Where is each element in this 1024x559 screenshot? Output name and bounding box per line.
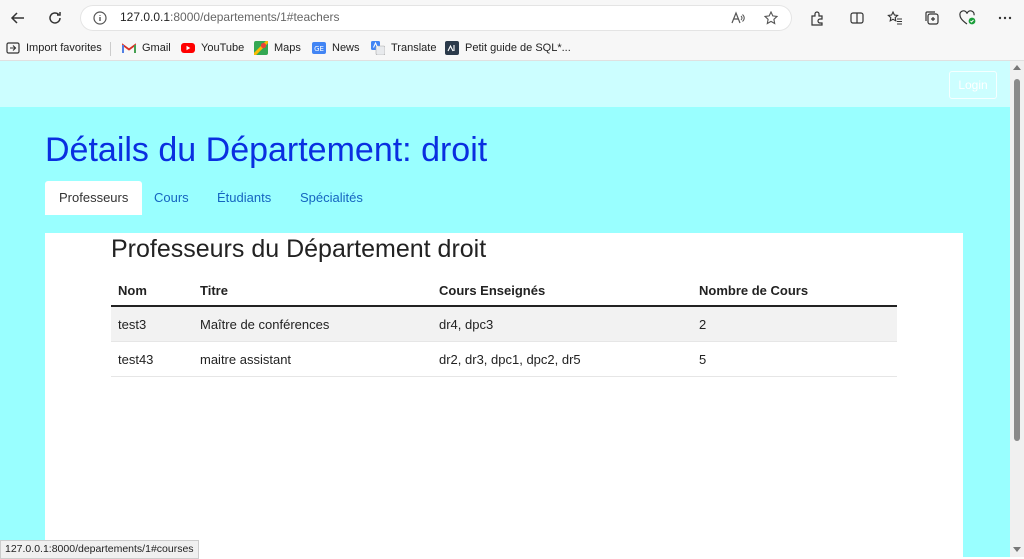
address-bar[interactable]: 127.0.0.1:8000/departements/1#teachers [80, 5, 792, 31]
cell-titre: Maître de conférences [193, 306, 432, 342]
cell-nombre: 2 [692, 306, 897, 342]
bookmark-translate[interactable]: Translate [371, 40, 436, 56]
sql-guide-icon [445, 41, 459, 55]
youtube-icon [181, 41, 195, 55]
tab-etudiants[interactable]: Étudiants [217, 181, 271, 215]
scroll-up-arrow-icon[interactable] [1013, 65, 1021, 70]
browser-essentials-icon[interactable] [958, 8, 978, 28]
tab-specialites[interactable]: Spécialités [300, 181, 363, 215]
maps-icon [254, 41, 268, 55]
column-header-titre: Titre [193, 275, 432, 307]
column-header-nombre: Nombre de Cours [692, 275, 897, 307]
cell-titre: maitre assistant [193, 341, 432, 377]
collections-icon[interactable] [922, 8, 942, 28]
bookmark-gmail[interactable]: Gmail [122, 40, 171, 56]
tab-cours[interactable]: Cours [154, 181, 189, 215]
bookmark-import-favorites[interactable]: Import favorites [6, 40, 102, 56]
bookmark-youtube[interactable]: YouTube [181, 40, 244, 56]
cell-nombre: 5 [692, 341, 897, 377]
favorites-icon[interactable] [885, 8, 905, 28]
page-scrollbar[interactable] [1010, 61, 1024, 557]
bookmarks-bar: Import favorites Gmail YouTube Maps GE N… [0, 36, 1024, 61]
tab-professeurs[interactable]: Professeurs [45, 181, 143, 215]
svg-text:GE: GE [314, 45, 324, 53]
gmail-icon [122, 41, 136, 55]
url-text[interactable]: 127.0.0.1:8000/departements/1#teachers [120, 10, 340, 24]
table-header-row: Nom Titre Cours Enseignés Nombre de Cour… [111, 275, 897, 307]
teachers-table: Nom Titre Cours Enseignés Nombre de Cour… [111, 275, 897, 377]
info-icon[interactable] [92, 10, 108, 26]
bookmark-sql-guide[interactable]: Petit guide de SQL*... [445, 40, 571, 56]
table-row: test3 Maître de conférences dr4, dpc3 2 [111, 306, 897, 342]
page-title: Détails du Département: droit [45, 131, 488, 169]
scroll-thumb[interactable] [1014, 79, 1020, 441]
cell-cours: dr4, dpc3 [432, 306, 692, 342]
bookmark-maps[interactable]: Maps [254, 40, 301, 56]
page-viewport: Login Détails du Département: droit Prof… [0, 61, 1010, 557]
column-header-nom: Nom [111, 275, 193, 307]
bookmark-news[interactable]: GE News [312, 40, 360, 56]
browser-toolbar: 127.0.0.1:8000/departements/1#teachers [0, 0, 1024, 36]
top-navbar: Login [0, 61, 1010, 107]
column-header-cours: Cours Enseignés [432, 275, 692, 307]
extensions-icon[interactable] [807, 8, 827, 28]
back-icon[interactable] [6, 6, 30, 30]
split-screen-icon[interactable] [847, 8, 867, 28]
teachers-panel: Professeurs du Département droit Nom Tit… [45, 233, 963, 557]
cell-nom: test43 [111, 341, 193, 377]
cell-nom: test3 [111, 306, 193, 342]
refresh-icon[interactable] [43, 6, 67, 30]
teachers-title: Professeurs du Département droit [111, 235, 487, 263]
favorite-star-icon[interactable] [763, 10, 779, 26]
login-button[interactable]: Login [949, 71, 997, 99]
more-menu-icon[interactable] [995, 8, 1015, 28]
cell-cours: dr2, dr3, dpc1, dpc2, dr5 [432, 341, 692, 377]
scroll-down-arrow-icon[interactable] [1013, 547, 1021, 552]
table-row: test43 maitre assistant dr2, dr3, dpc1, … [111, 341, 897, 377]
import-icon [6, 41, 20, 55]
link-status-bar: 127.0.0.1:8000/departements/1#courses [0, 540, 199, 559]
read-aloud-icon[interactable] [730, 10, 746, 26]
translate-icon [371, 41, 385, 55]
bookmarks-divider [110, 42, 111, 56]
news-icon: GE [312, 41, 326, 55]
